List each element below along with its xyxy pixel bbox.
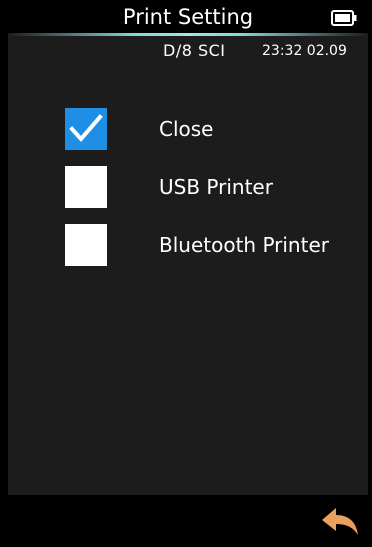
checkmark-icon	[69, 114, 103, 143]
page-title: Print Setting	[122, 5, 254, 29]
back-button[interactable]	[320, 505, 362, 539]
clock-readout: 23:32 02.09	[262, 43, 347, 59]
checkbox-close[interactable]	[65, 108, 107, 150]
checkbox-bluetooth-printer[interactable]	[65, 224, 107, 266]
option-bluetooth-printer[interactable]: Bluetooth Printer	[64, 224, 364, 268]
back-arrow-icon	[322, 508, 358, 535]
option-close[interactable]: Close	[64, 108, 364, 152]
option-usb-printer[interactable]: USB Printer	[64, 166, 364, 210]
option-label-close: Close	[159, 117, 214, 141]
title-bar: Print Setting	[8, 0, 368, 36]
bottom-bar	[8, 495, 368, 547]
checkbox-usb-printer[interactable]	[65, 166, 107, 208]
measure-mode-label: D/8 SCI	[163, 41, 226, 60]
option-label-usb-printer: USB Printer	[159, 175, 273, 199]
battery-full-icon	[331, 10, 357, 26]
option-label-bluetooth-printer: Bluetooth Printer	[159, 233, 329, 257]
print-setting-screen: Print Setting D/8 SCI 23:32 02.09 Close …	[8, 0, 368, 547]
title-accent-line	[8, 33, 368, 36]
